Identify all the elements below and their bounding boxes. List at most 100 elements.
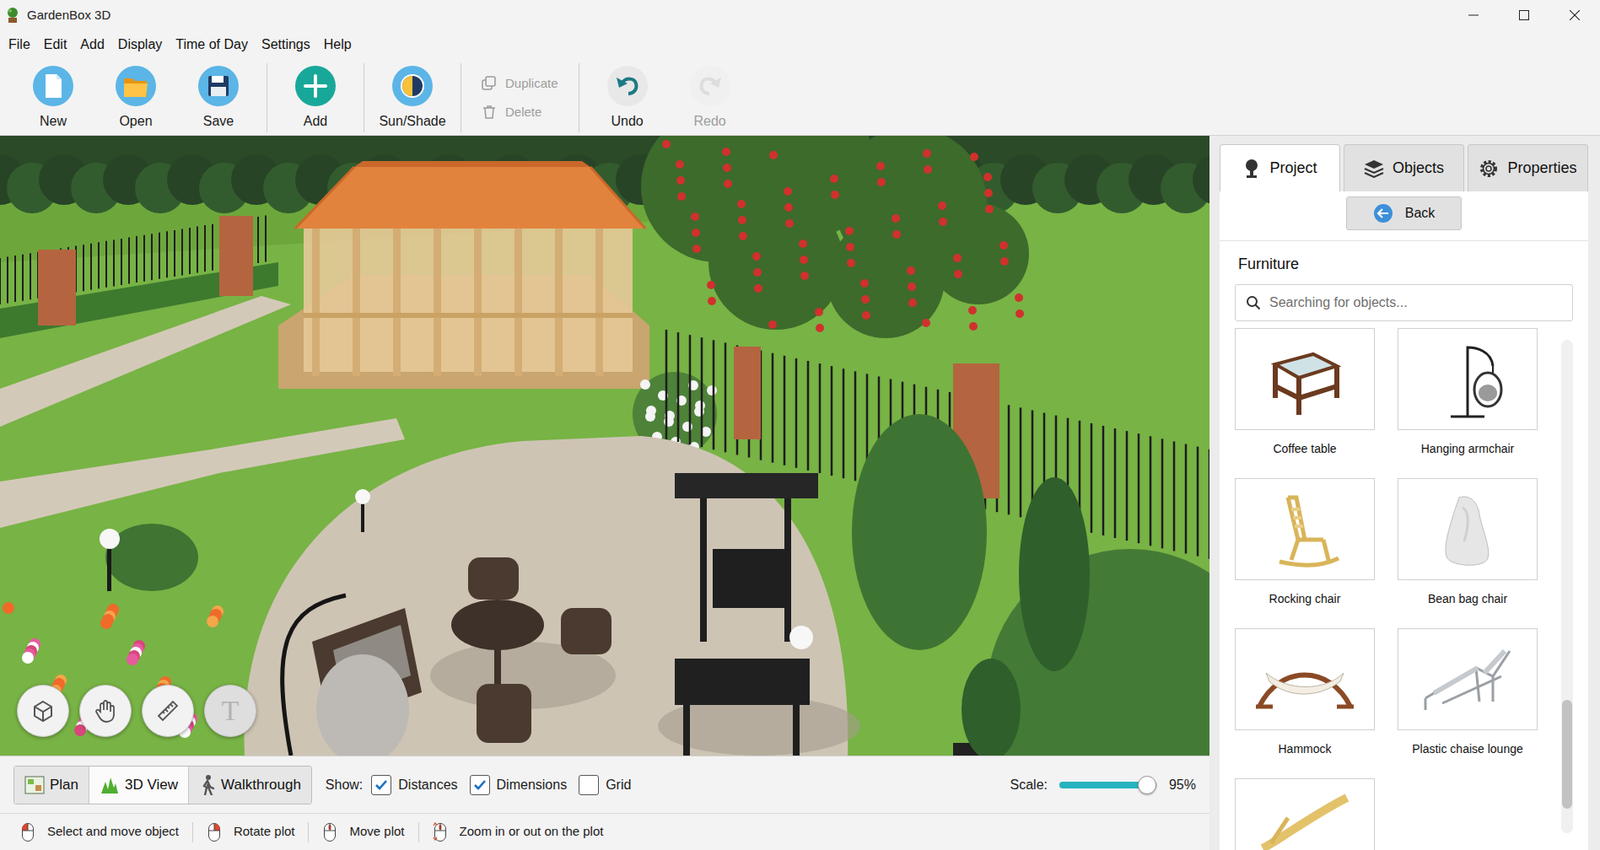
- app-logo-icon: [5, 6, 21, 24]
- view-mode-group: Plan 3D ViewWalkthrough: [13, 765, 313, 805]
- panel-tab[interactable]: Objects: [1343, 144, 1465, 192]
- view-mode-button[interactable]: Plan: [14, 766, 90, 804]
- toolbar-group: Sun/Shade: [364, 63, 462, 133]
- hint-text: Move plot: [349, 822, 405, 842]
- view-mode-button[interactable]: Walkthrough: [188, 766, 312, 804]
- toolbar-group: DuplicateDelete: [461, 63, 580, 133]
- new-button[interactable]: New: [15, 63, 92, 134]
- undo-arrow-icon: [606, 64, 649, 108]
- redo-button: Redo: [672, 63, 749, 134]
- coffee-table-icon: [1262, 339, 1347, 421]
- slider-thumb[interactable]: [1137, 775, 1157, 795]
- maximize-icon[interactable]: [1498, 0, 1550, 31]
- magnifier-icon: [1245, 295, 1261, 311]
- button-label: Open: [118, 111, 152, 132]
- rotate-3d-tool[interactable]: [16, 684, 70, 738]
- object-item[interactable]: Hanging armchair: [1397, 328, 1538, 479]
- object-item[interactable]: Plastic chaise lounge: [1397, 628, 1538, 779]
- scale-slider[interactable]: [1059, 781, 1158, 789]
- menu-item[interactable]: Add: [73, 31, 111, 59]
- show-option[interactable]: Grid: [578, 775, 631, 796]
- checkbox[interactable]: [371, 775, 392, 796]
- object-label: Hammock: [1277, 740, 1331, 759]
- menu-item[interactable]: Display: [111, 31, 169, 59]
- hanging-armchair-icon: [1425, 339, 1510, 421]
- window-controls: [1448, 0, 1600, 31]
- status-hint: Zoom in or out on the plot: [419, 822, 618, 843]
- status-hint: Rotate plot: [193, 822, 310, 843]
- back-row: Back: [1219, 191, 1589, 242]
- hammock-icon: [1254, 639, 1356, 721]
- undo-button[interactable]: Undo: [589, 63, 666, 134]
- sun-shade-button[interactable]: Sun/Shade: [374, 63, 451, 134]
- object-thumbnail[interactable]: [1234, 328, 1375, 431]
- open-button[interactable]: Open: [97, 63, 174, 134]
- left-column: T Plan 3D ViewWalkthrough Show: Distances Dim…: [0, 135, 1210, 850]
- menu-item[interactable]: Edit: [37, 31, 75, 59]
- trash-icon: [481, 104, 497, 120]
- garden-scene[interactable]: [0, 135, 1210, 756]
- object-thumbnail[interactable]: [1234, 628, 1375, 731]
- view-mode-label: Plan: [49, 774, 79, 797]
- object-thumbnail[interactable]: [1234, 778, 1375, 850]
- menu-item[interactable]: Settings: [254, 31, 318, 59]
- hint-text: Zoom in or out on the plot: [459, 822, 604, 842]
- toolbar-group: New Open Save: [5, 63, 268, 133]
- object-item[interactable]: Bean bag chair: [1397, 478, 1538, 629]
- back-button[interactable]: Back: [1346, 196, 1462, 231]
- object-item[interactable]: [1234, 778, 1375, 850]
- grass-3d-icon: [99, 775, 120, 795]
- checkbox[interactable]: [469, 775, 491, 796]
- save-button[interactable]: Save: [180, 63, 257, 134]
- sun-shade-icon: [391, 64, 434, 108]
- button-label: New: [39, 111, 67, 132]
- show-label: Show:: [325, 775, 363, 796]
- garden-3d-view[interactable]: T: [0, 135, 1210, 756]
- close-icon[interactable]: [1549, 0, 1600, 31]
- object-item[interactable]: Coffee table: [1234, 328, 1375, 479]
- status-bar: Select and move objectRotate plot Move pl…: [0, 813, 1210, 850]
- show-option[interactable]: Dimensions: [469, 775, 568, 796]
- object-thumbnail[interactable]: [1397, 628, 1538, 731]
- scale-label: Scale:: [1010, 775, 1048, 796]
- cube-icon: [30, 698, 56, 724]
- tab-label: Objects: [1392, 156, 1444, 180]
- button-label: Add: [303, 111, 328, 132]
- minimize-icon[interactable]: [1448, 0, 1499, 31]
- search-box[interactable]: [1234, 284, 1574, 322]
- window-title: GardenBox 3D: [26, 5, 111, 26]
- menu-item[interactable]: File: [1, 31, 38, 59]
- pan-hand-tool[interactable]: [79, 684, 132, 738]
- title-bar: GardenBox 3D: [0, 0, 1600, 31]
- object-thumbnail[interactable]: [1397, 328, 1538, 431]
- plus-icon: [294, 64, 337, 108]
- add-button[interactable]: Add: [277, 63, 354, 134]
- menu-item[interactable]: Time of Day: [168, 31, 255, 59]
- scrollbar-thumb[interactable]: [1562, 700, 1573, 809]
- toolbar: New Open Save Add Sun/ShadeDuplicateDelete Un…: [0, 59, 1600, 136]
- object-item[interactable]: Hammock: [1234, 628, 1375, 779]
- scrollbar[interactable]: [1561, 339, 1574, 834]
- ruler-icon: [155, 698, 181, 724]
- search-input[interactable]: [1267, 291, 1563, 314]
- ruler-tool[interactable]: [141, 684, 194, 738]
- redo-arrow-icon: [689, 64, 732, 108]
- side-panel: ProjectObjectsPropertiesBackFurnitureCof…: [1209, 135, 1600, 850]
- view-tools: T: [16, 684, 257, 738]
- lounger-icon: [1254, 789, 1356, 850]
- object-thumbnail[interactable]: [1397, 478, 1538, 581]
- view-mode-button[interactable]: 3D View: [89, 766, 189, 804]
- duplicate-button: Duplicate: [479, 71, 561, 97]
- open-folder-icon: [114, 64, 157, 108]
- object-thumbnail[interactable]: [1234, 478, 1375, 581]
- status-hint: Select and move object: [6, 822, 194, 843]
- button-label: Undo: [610, 111, 643, 132]
- object-item[interactable]: Rocking chair: [1234, 478, 1375, 629]
- checkbox[interactable]: [578, 775, 599, 796]
- panel-tab[interactable]: Properties: [1467, 144, 1589, 192]
- show-option[interactable]: Distances: [371, 775, 458, 796]
- object-label: Coffee table: [1272, 440, 1337, 458]
- menu-item[interactable]: Help: [317, 31, 359, 59]
- panel-tab[interactable]: Project: [1219, 144, 1341, 192]
- back-label: Back: [1405, 203, 1436, 224]
